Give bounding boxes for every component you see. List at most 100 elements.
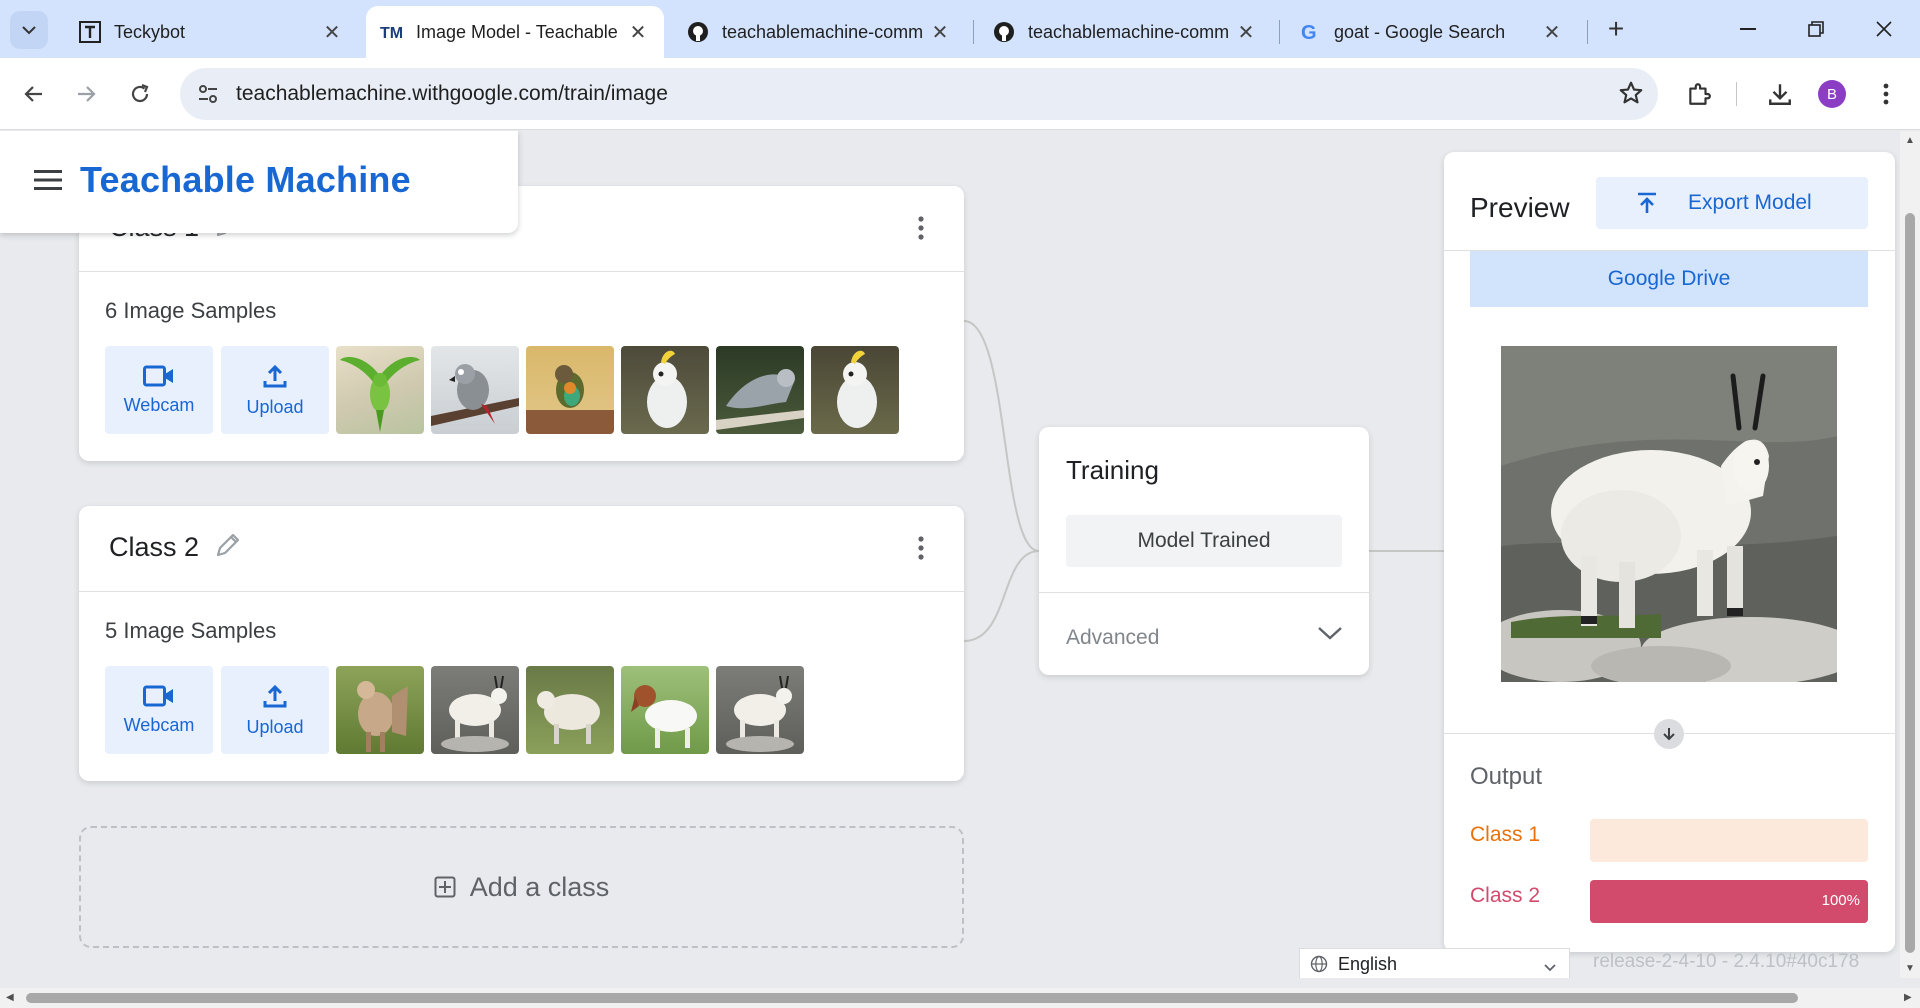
- chevron-down-icon[interactable]: [1317, 625, 1343, 646]
- bookmark-star-icon[interactable]: [1618, 80, 1644, 111]
- sample-thumbnail[interactable]: [716, 666, 804, 754]
- class-header: Class 2: [79, 506, 964, 592]
- output-class-1-label: Class 1: [1470, 823, 1541, 846]
- upload-button[interactable]: Upload: [221, 346, 329, 434]
- close-window-button[interactable]: [1860, 12, 1908, 46]
- sample-thumbnail[interactable]: [336, 346, 424, 434]
- tab-title: teachablemachine-comm: [1028, 21, 1228, 42]
- tab-divider: [1279, 20, 1280, 44]
- class-options-icon[interactable]: [918, 536, 924, 565]
- app-brand[interactable]: Teachable Machine: [80, 159, 411, 201]
- svg-text:TM: TM: [380, 25, 403, 42]
- reload-icon: [131, 83, 149, 103]
- scrollbar-thumb[interactable]: [26, 993, 1798, 1003]
- tab-github-1[interactable]: teachablemachine-comm ✕: [672, 6, 966, 58]
- toolbar-divider: [1736, 82, 1737, 106]
- samples-count: 5 Image Samples: [105, 618, 277, 643]
- sample-thumbnail[interactable]: [621, 346, 709, 434]
- profile-avatar[interactable]: B: [1818, 80, 1846, 108]
- browser-toolbar: teachablemachine.withgoogle.com/train/im…: [0, 58, 1920, 130]
- video-camera-icon: [143, 685, 173, 706]
- google-drive-button[interactable]: Google Drive: [1470, 251, 1868, 307]
- scroll-left-icon[interactable]: ◀: [6, 992, 14, 1003]
- url-text[interactable]: teachablemachine.withgoogle.com/train/im…: [236, 82, 668, 106]
- preview-title: Preview: [1470, 192, 1570, 223]
- sample-thumbnail[interactable]: [526, 346, 614, 434]
- divider: [1039, 592, 1369, 593]
- class-name[interactable]: Class 2: [109, 532, 199, 563]
- class-card-2: Class 2 5 Image Samples Webcam Upload: [79, 506, 964, 781]
- scrollbar-thumb[interactable]: [1905, 213, 1915, 953]
- close-icon[interactable]: ✕: [1234, 20, 1258, 44]
- sample-thumbnail[interactable]: [716, 346, 804, 434]
- tab-title: teachablemachine-comm: [722, 21, 922, 42]
- tab-title: Image Model - Teachable: [416, 21, 618, 42]
- horizontal-scrollbar[interactable]: ◀ ▶: [0, 988, 1920, 1008]
- tab-search-button[interactable]: [10, 11, 48, 49]
- close-icon[interactable]: ✕: [1540, 20, 1564, 44]
- export-model-label: Export Model: [1688, 191, 1812, 214]
- advanced-toggle[interactable]: Advanced: [1066, 626, 1159, 650]
- close-icon[interactable]: ✕: [928, 20, 952, 44]
- samples-count: 6 Image Samples: [105, 298, 277, 323]
- output-class-2-bar: 100%: [1590, 880, 1868, 923]
- reload-button[interactable]: [118, 72, 162, 116]
- export-model-button[interactable]: Export Model: [1596, 177, 1868, 229]
- scroll-right-icon[interactable]: ▶: [1904, 992, 1912, 1003]
- more-menu-icon[interactable]: [1870, 78, 1902, 110]
- back-button[interactable]: [12, 72, 56, 116]
- add-class-button[interactable]: Add a class: [79, 826, 964, 948]
- webcam-label: Webcam: [123, 394, 195, 415]
- new-tab-button[interactable]: +: [1600, 14, 1632, 46]
- scroll-up-icon[interactable]: ▲: [1905, 135, 1915, 146]
- sample-thumbnail[interactable]: [336, 666, 424, 754]
- site-settings-icon[interactable]: [196, 82, 220, 111]
- tab-github-2[interactable]: teachablemachine-comm ✕: [978, 6, 1272, 58]
- restore-button[interactable]: [1792, 12, 1840, 46]
- sample-thumbnail[interactable]: [621, 666, 709, 754]
- webcam-button[interactable]: Webcam: [105, 346, 213, 434]
- github-icon: [686, 20, 710, 44]
- restore-icon: [1808, 21, 1824, 37]
- extensions-icon[interactable]: [1683, 78, 1715, 110]
- minimize-button[interactable]: [1724, 12, 1772, 46]
- sample-thumbnail[interactable]: [811, 346, 899, 434]
- minimize-icon: [1740, 28, 1756, 30]
- sample-thumbnail[interactable]: [431, 666, 519, 754]
- vertical-scrollbar[interactable]: ▲ ▼: [1900, 131, 1920, 978]
- scroll-down-icon[interactable]: ▼: [1905, 963, 1915, 974]
- language-select[interactable]: English: [1299, 948, 1570, 978]
- download-icon[interactable]: [1764, 78, 1796, 110]
- webcam-label: Webcam: [123, 714, 195, 735]
- tab-teckybot[interactable]: Teckybot ✕: [64, 6, 358, 58]
- pencil-icon[interactable]: [213, 530, 243, 565]
- video-camera-icon: [143, 365, 173, 386]
- svg-text:G: G: [1301, 22, 1317, 43]
- app-header: Teachable Machine: [0, 131, 518, 233]
- github-icon: [992, 20, 1016, 44]
- training-card: Training Model Trained Advanced: [1039, 427, 1369, 675]
- upload-button[interactable]: Upload: [221, 666, 329, 754]
- add-class-label: Add a class: [469, 871, 610, 902]
- arrow-down-icon: [1654, 719, 1684, 749]
- sample-thumbnail[interactable]: [431, 346, 519, 434]
- teckybot-icon: [78, 20, 102, 44]
- close-icon[interactable]: ✕: [626, 20, 650, 44]
- tab-image-model[interactable]: TM Image Model - Teachable ✕: [366, 6, 664, 58]
- tab-google-search[interactable]: G goat - Google Search ✕: [1284, 6, 1578, 58]
- forward-button[interactable]: [64, 72, 108, 116]
- train-model-button[interactable]: Model Trained: [1066, 515, 1342, 567]
- menu-icon[interactable]: [34, 169, 62, 196]
- tab-divider: [973, 20, 974, 44]
- close-icon[interactable]: ✕: [320, 20, 344, 44]
- preview-panel: Preview Export Model Google Drive Output…: [1444, 152, 1895, 952]
- address-bar[interactable]: teachablemachine.withgoogle.com/train/im…: [180, 68, 1658, 120]
- tab-title: goat - Google Search: [1334, 21, 1506, 42]
- export-upload-icon: [1638, 192, 1656, 213]
- sample-thumbnail[interactable]: [526, 666, 614, 754]
- class-options-icon[interactable]: [918, 216, 924, 245]
- output-class-2-value: 100%: [1821, 892, 1860, 909]
- upload-label: Upload: [246, 396, 304, 417]
- globe-icon: [1310, 955, 1328, 978]
- webcam-button[interactable]: Webcam: [105, 666, 213, 754]
